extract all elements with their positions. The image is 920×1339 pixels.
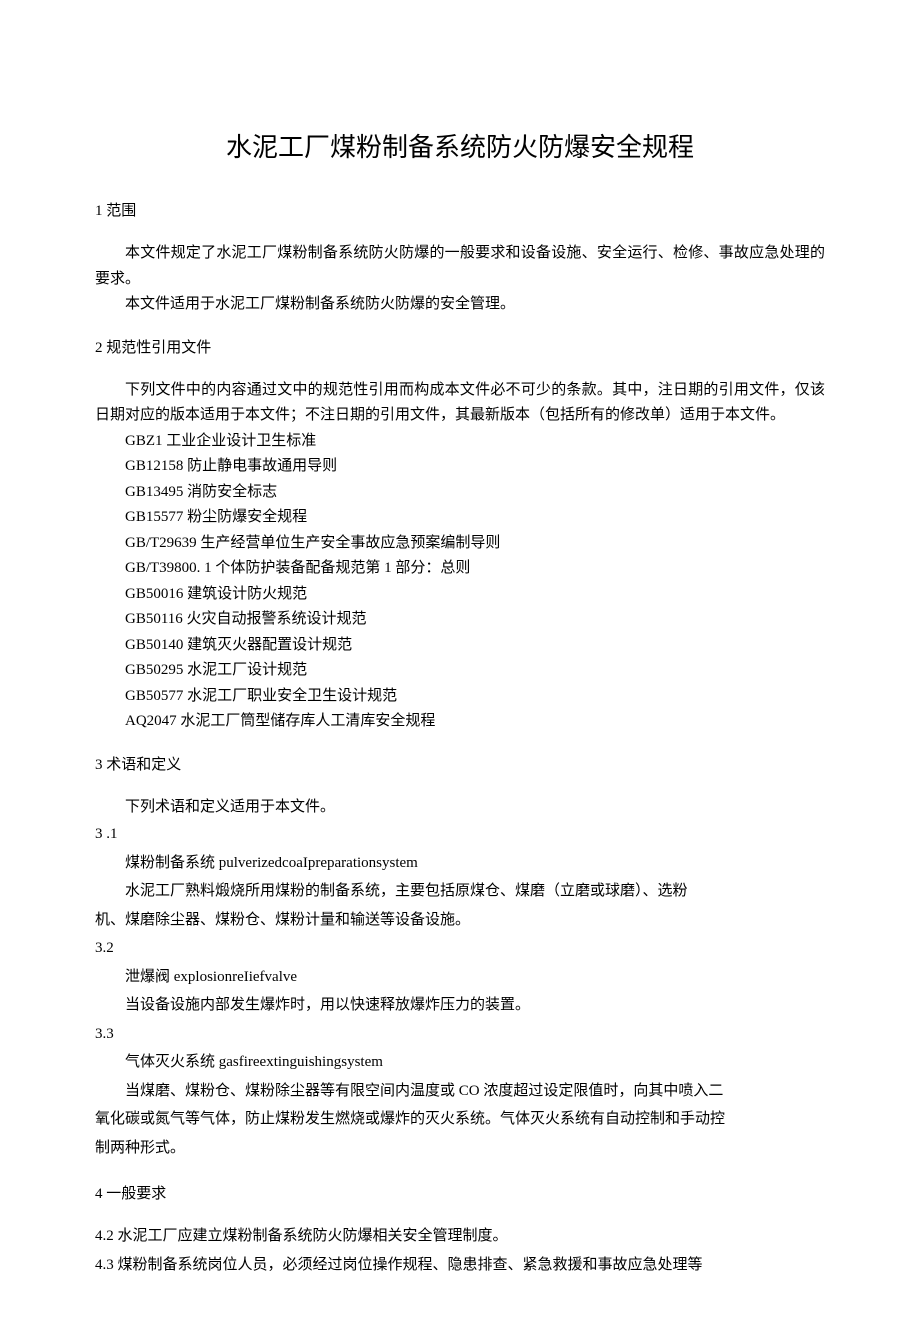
- reference-item: GB50016 建筑设计防火规范: [95, 582, 825, 608]
- definition-3-1-term: 煤粉制备系统 pulverizedcoaIpreparationsystem: [95, 849, 825, 878]
- reference-item: GB50577 水泥工厂职业安全卫生设计规范: [95, 684, 825, 710]
- document-page: 水泥工厂煤粉制备系统防火防爆安全规程 1 范围 本文件规定了水泥工厂煤粉制备系统…: [0, 0, 920, 1339]
- definition-3-2-number: 3.2: [95, 934, 825, 963]
- section-3-intro: 下列术语和定义适用于本文件。: [95, 795, 825, 821]
- reference-item: GBZ1 工业企业设计卫生标准: [95, 429, 825, 455]
- section-4-item-2: 4.3 煤粉制备系统岗位人员，必须经过岗位操作规程、隐患排查、紧急救援和事故应急…: [95, 1251, 825, 1280]
- definition-3-3-desc: 当煤磨、煤粉仓、煤粉除尘器等有限空间内温度或 CO 浓度超过设定限值时，向其中喷…: [95, 1077, 825, 1106]
- section-2-heading: 2 规范性引用文件: [95, 336, 825, 360]
- reference-item: GB50116 火灾自动报警系统设计规范: [95, 607, 825, 633]
- reference-item: GB50140 建筑灭火器配置设计规范: [95, 633, 825, 659]
- reference-item: GB50295 水泥工厂设计规范: [95, 658, 825, 684]
- reference-item: GB15577 粉尘防爆安全规程: [95, 505, 825, 531]
- reference-item: GB13495 消防安全标志: [95, 480, 825, 506]
- definition-3-3-desc-cont2: 制两种形式。: [95, 1134, 825, 1163]
- definition-3-3-term: 气体灭火系统 gasfireextinguishingsystem: [95, 1048, 825, 1077]
- section-1-heading: 1 范围: [95, 199, 825, 223]
- definition-3-1-desc: 水泥工厂熟料煅烧所用煤粉的制备系统，主要包括原煤仓、煤磨（立磨或球磨）、选粉: [95, 877, 825, 906]
- reference-item: GB12158 防止静电事故通用导则: [95, 454, 825, 480]
- definition-3-1-desc-cont: 机、煤磨除尘器、煤粉仓、煤粉计量和输送等设备设施。: [95, 906, 825, 935]
- definition-3-3-desc-cont: 氧化碳或氮气等气体，防止煤粉发生燃烧或爆炸的灭火系统。气体灭火系统有自动控制和手…: [95, 1105, 825, 1134]
- section-4-item-1: 4.2 水泥工厂应建立煤粉制备系统防火防爆相关安全管理制度。: [95, 1222, 825, 1251]
- reference-item: AQ2047 水泥工厂筒型储存库人工清库安全规程: [95, 709, 825, 735]
- definition-3-1-number: 3 .1: [95, 820, 825, 849]
- section-1-para-2: 本文件适用于水泥工厂煤粉制备系统防火防爆的安全管理。: [95, 292, 825, 318]
- section-1-para-1: 本文件规定了水泥工厂煤粉制备系统防火防爆的一般要求和设备设施、安全运行、检修、事…: [95, 241, 825, 292]
- section-2-intro: 下列文件中的内容通过文中的规范性引用而构成本文件必不可少的条款。其中，注日期的引…: [95, 378, 825, 429]
- definition-3-2-desc: 当设备设施内部发生爆炸时，用以快速释放爆炸压力的装置。: [95, 991, 825, 1020]
- section-3-heading: 3 术语和定义: [95, 753, 825, 777]
- document-title: 水泥工厂煤粉制备系统防火防爆安全规程: [95, 127, 825, 164]
- definition-3-2-term: 泄爆阀 explosionreIiefvalve: [95, 963, 825, 992]
- reference-item: GB/T39800. 1 个体防护装备配备规范第 1 部分：总则: [95, 556, 825, 582]
- reference-item: GB/T29639 生产经营单位生产安全事故应急预案编制导则: [95, 531, 825, 557]
- section-4-heading: 4 一般要求: [95, 1182, 825, 1206]
- definition-3-3-number: 3.3: [95, 1020, 825, 1049]
